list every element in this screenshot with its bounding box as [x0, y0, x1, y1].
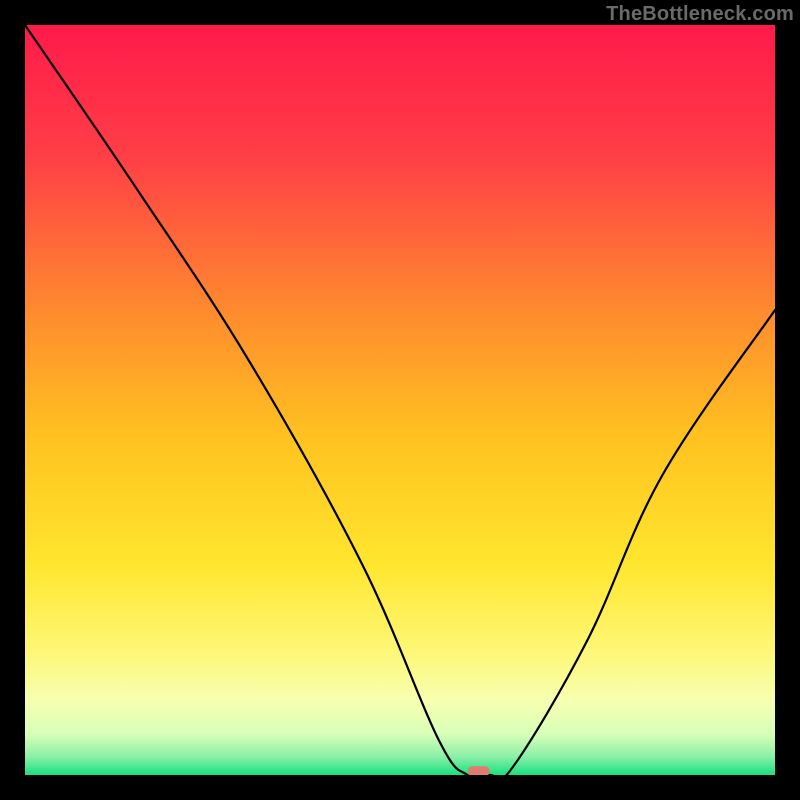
- optimal-marker: [468, 766, 490, 775]
- chart-frame: TheBottleneck.com: [0, 0, 800, 800]
- watermark-text: TheBottleneck.com: [606, 3, 794, 26]
- plot-area: [25, 25, 775, 775]
- chart-svg: [25, 25, 775, 775]
- gradient-background: [25, 25, 775, 775]
